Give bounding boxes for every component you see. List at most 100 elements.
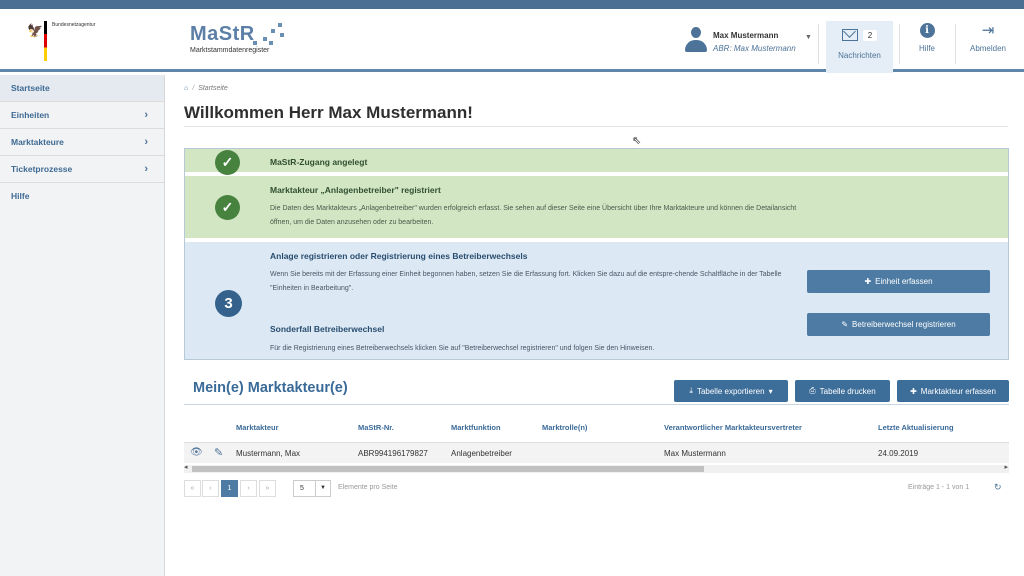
breadcrumb-separator: /: [192, 85, 195, 92]
print-table-button[interactable]: ⎙ Tabelle drucken: [795, 380, 890, 402]
breadcrumb: ⌂ / Startseite: [184, 85, 228, 92]
help-button[interactable]: i Hilfe: [905, 21, 949, 71]
next-page-button[interactable]: ›: [240, 480, 257, 497]
add-unit-button[interactable]: ✚ Einheit erfassen: [807, 270, 990, 293]
header-divider: [899, 24, 900, 64]
logo-dots-icon: [250, 23, 290, 53]
step-title: Anlage registrieren oder Registrierung e…: [270, 251, 528, 261]
step-title: Marktakteur „Anlagenbetreiber" registrie…: [270, 185, 441, 195]
envelope-icon: [841, 29, 858, 41]
sidebar: Startseite Einheiten › Marktakteure › Tick…: [0, 75, 165, 576]
register-operator-change-label: Betreiberwechsel registrieren: [852, 320, 956, 329]
step-number: 3: [215, 290, 242, 317]
chevron-right-icon: ›: [144, 136, 148, 148]
messages-button[interactable]: 2 Nachrichten: [826, 21, 893, 73]
add-unit-label: Einheit erfassen: [875, 277, 933, 286]
section-divider: [184, 404, 1009, 405]
page-size-value: 5: [300, 485, 304, 492]
column-header[interactable]: Marktakteur: [236, 423, 279, 432]
plus-icon: ✚: [864, 277, 872, 286]
pencil-icon: ✎: [841, 320, 849, 329]
user-name: Max Mustermann: [713, 31, 779, 40]
sidebar-item-ticketprozesse[interactable]: Ticketprozesse ›: [0, 156, 164, 183]
caret-down-icon: ▼: [805, 34, 812, 41]
caret-down-icon: ▾: [768, 386, 773, 396]
horizontal-scrollbar[interactable]: ◂ ▸: [184, 463, 1009, 473]
sidebar-item-einheiten[interactable]: Einheiten ›: [0, 102, 164, 129]
user-icon: [685, 27, 707, 53]
messages-label: Nachrichten: [838, 51, 881, 60]
main-content: ⌂ / Startseite Willkommen Herr Max Musterm…: [165, 75, 1024, 576]
chevron-right-icon: ›: [144, 109, 148, 121]
column-header[interactable]: Marktrolle(n): [542, 423, 587, 432]
cell-updated: 24.09.2019: [878, 449, 919, 458]
eye-icon[interactable]: 👁: [190, 447, 203, 458]
step-market-actor-registered: ✓ Marktakteur „Anlagenbetreiber" registr…: [185, 176, 1008, 240]
messages-count: 2: [862, 29, 878, 41]
app-header: 🦅 Bundesnetzagentur MaStR Marktstammdate…: [0, 9, 1024, 73]
scroll-left-icon[interactable]: ◂: [184, 463, 188, 471]
pagination: « ‹ 1 › » 5 ▼ Elemente pro Seite Einträg…: [184, 480, 1009, 498]
sidebar-item-label: Marktakteure: [11, 137, 64, 147]
step-register-unit: 3 Anlage registrieren oder Registrierung…: [185, 242, 1008, 359]
sidebar-item-hilfe[interactable]: Hilfe: [0, 183, 164, 210]
column-header[interactable]: Marktfunktion: [451, 423, 501, 432]
step-description: Wenn Sie bereits mit der Erfassung einer…: [270, 271, 782, 292]
title-divider: [184, 126, 1008, 127]
first-page-button[interactable]: «: [184, 480, 201, 497]
column-header[interactable]: Letzte Aktualisierung: [878, 423, 954, 432]
eagle-icon: 🦅: [27, 23, 44, 38]
entries-count: Einträge 1 - 1 von 1: [908, 484, 970, 491]
agency-name: Bundesnetzagentur: [52, 22, 96, 28]
sidebar-item-label: Ticketprozesse: [11, 164, 73, 174]
help-label: Hilfe: [918, 44, 935, 53]
step-subtitle: Sonderfall Betreiberwechsel: [270, 324, 385, 334]
logout-icon: ⇥: [981, 22, 995, 39]
scroll-right-icon[interactable]: ▸: [1004, 463, 1008, 471]
top-stripe: [0, 0, 1024, 9]
last-page-button[interactable]: »: [259, 480, 276, 497]
add-market-actor-button[interactable]: ✚ Marktakteur erfassen: [897, 380, 1009, 402]
sidebar-item-label: Hilfe: [11, 191, 30, 201]
chevron-right-icon: ›: [144, 163, 148, 175]
scrollbar-thumb[interactable]: [192, 466, 704, 472]
plus-icon: ✚: [910, 386, 917, 396]
cell-function: Anlagenbetreiber: [451, 449, 512, 458]
cell-name: Mustermann, Max: [236, 449, 301, 458]
breadcrumb-current: Startseite: [198, 85, 228, 92]
page-size-select[interactable]: 5 ▼: [293, 480, 331, 497]
pencil-icon[interactable]: ✎: [214, 446, 223, 459]
step-description: Die Daten des Marktakteurs „Anlagenbetre…: [270, 205, 797, 226]
step-account-created: ✓ MaStR-Zugang angelegt: [185, 149, 1008, 175]
step-title: MaStR-Zugang angelegt: [270, 157, 368, 167]
page-title: Willkommen Herr Max Mustermann!: [184, 103, 473, 122]
cell-mastr-nr: ABR994196179827: [358, 449, 428, 458]
export-table-button[interactable]: ⤓ Tabelle exportieren ▾: [674, 380, 788, 402]
prev-page-button[interactable]: ‹: [202, 480, 219, 497]
column-header[interactable]: Verantwortlicher Marktakteursvertreter: [664, 423, 802, 432]
agency-logo[interactable]: 🦅 Bundesnetzagentur: [24, 21, 154, 61]
add-market-actor-label: Marktakteur erfassen: [920, 386, 996, 396]
flag-stripe: [44, 21, 47, 61]
home-icon[interactable]: ⌂: [184, 85, 188, 92]
refresh-icon[interactable]: ↻: [994, 482, 1002, 493]
checkmark-icon: ✓: [215, 195, 240, 220]
page-1-button[interactable]: 1: [221, 480, 238, 497]
download-icon: ⤓: [689, 386, 693, 395]
sidebar-item-marktakteure[interactable]: Marktakteure ›: [0, 129, 164, 156]
step-subdescription: Für die Registrierung eines Betreiberwec…: [270, 345, 655, 352]
print-label: Tabelle drucken: [819, 386, 876, 396]
register-operator-change-button[interactable]: ✎ Betreiberwechsel registrieren: [807, 313, 990, 336]
mouse-cursor-icon: ⇖: [632, 135, 642, 147]
table-row[interactable]: 👁 ✎ Mustermann, Max ABR994196179827 Anla…: [184, 442, 1009, 463]
sidebar-item-startseite[interactable]: Startseite: [0, 75, 164, 102]
section-title: Mein(e) Marktakteur(e): [193, 380, 348, 396]
logout-button[interactable]: ⇥ Abmelden: [962, 21, 1014, 71]
column-header[interactable]: MaStR-Nr.: [358, 423, 394, 432]
info-icon: i: [919, 23, 935, 38]
checkmark-icon: ✓: [215, 150, 240, 175]
logout-label: Abmelden: [969, 44, 1007, 53]
mastr-logo[interactable]: MaStR Marktstammdatenregister: [190, 23, 284, 54]
caret-down-icon: ▼: [315, 481, 330, 496]
sidebar-item-label: Startseite: [11, 83, 50, 93]
